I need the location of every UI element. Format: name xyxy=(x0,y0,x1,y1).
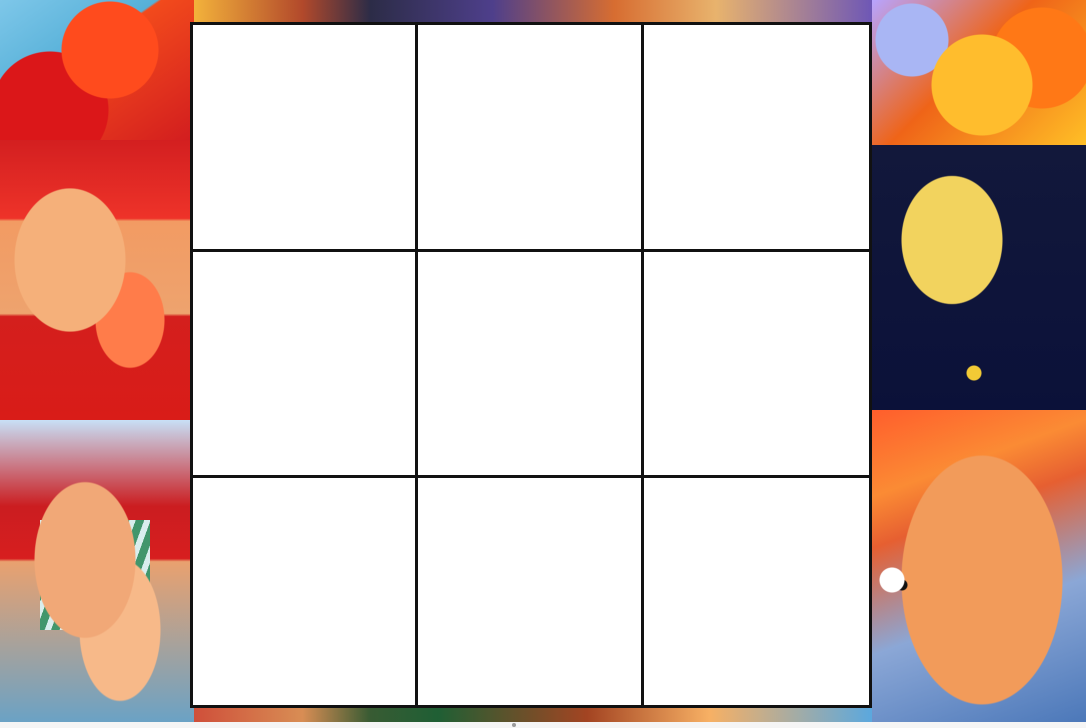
cell-mark-6 xyxy=(644,252,869,476)
cell-mark-8 xyxy=(418,478,640,705)
board-cell-9[interactable] xyxy=(643,478,869,705)
game-screen xyxy=(0,0,1086,728)
background-left-top-art xyxy=(0,0,196,140)
cell-mark-7 xyxy=(193,478,415,705)
board-cell-7[interactable] xyxy=(193,478,419,705)
board-cell-6[interactable] xyxy=(643,251,869,479)
bottom-edge-bar xyxy=(0,722,1086,728)
board-cell-5[interactable] xyxy=(418,251,644,479)
tic-tac-toe-board xyxy=(190,22,872,708)
background-right-top-art xyxy=(872,0,1086,145)
background-right-middle-art xyxy=(872,145,1086,410)
board-cell-3[interactable] xyxy=(643,25,869,252)
bottom-edge-dot xyxy=(512,723,516,727)
cell-mark-2 xyxy=(418,25,640,249)
cell-mark-5 xyxy=(418,252,640,476)
board-cell-8[interactable] xyxy=(418,478,644,705)
board-cell-1[interactable] xyxy=(193,25,419,252)
cell-mark-9 xyxy=(644,478,869,705)
cell-mark-4 xyxy=(193,252,415,476)
cell-mark-1 xyxy=(193,25,415,249)
background-left-bottom-art xyxy=(0,420,194,728)
background-left-middle-art xyxy=(0,140,194,420)
background-right-bottom-art xyxy=(872,410,1086,728)
board-cell-4[interactable] xyxy=(193,251,419,479)
board-cell-2[interactable] xyxy=(418,25,644,252)
cell-mark-3 xyxy=(644,25,869,249)
